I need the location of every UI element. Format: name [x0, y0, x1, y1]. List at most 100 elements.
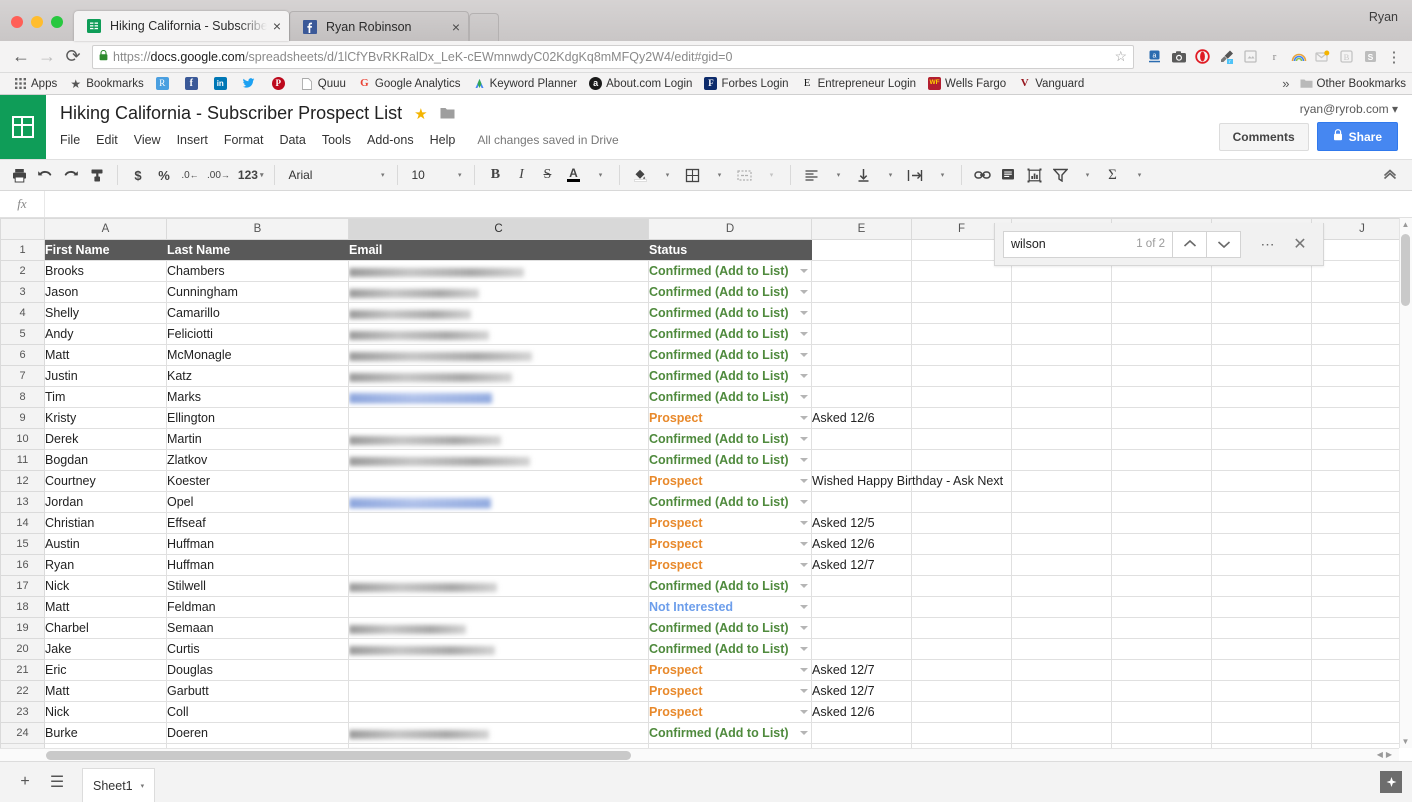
insert-link-button[interactable]: [969, 163, 995, 187]
data-validation-dropdown-icon[interactable]: [800, 353, 808, 357]
camera-icon[interactable]: [1168, 46, 1189, 67]
cell-empty[interactable]: [1012, 660, 1112, 681]
cell-empty[interactable]: [1012, 576, 1112, 597]
cell-empty[interactable]: [1312, 597, 1412, 618]
cell-empty[interactable]: [1212, 387, 1312, 408]
close-window-button[interactable]: [11, 16, 23, 28]
cell-status[interactable]: Confirmed (Add to List): [649, 345, 812, 366]
cell-status[interactable]: Confirmed (Add to List): [649, 261, 812, 282]
menu-file[interactable]: File: [60, 131, 88, 149]
cell-empty[interactable]: [1312, 639, 1412, 660]
column-title-status[interactable]: Status: [649, 240, 812, 261]
merge-cells-caret[interactable]: ▾: [757, 163, 783, 187]
bookmark-wells-fargo[interactable]: WF Wells Fargo: [922, 77, 1012, 90]
cell-empty[interactable]: [1112, 639, 1212, 660]
filter-button[interactable]: [1047, 163, 1073, 187]
cell-empty[interactable]: [1212, 513, 1312, 534]
cell-empty[interactable]: [912, 345, 1012, 366]
menu-tools[interactable]: Tools: [314, 131, 359, 149]
cell-email[interactable]: [349, 282, 649, 303]
cell-empty[interactable]: [1212, 681, 1312, 702]
cell-empty[interactable]: [1112, 303, 1212, 324]
table-row[interactable]: 4ShellyCamarilloConfirmed (Add to List): [1, 303, 1412, 324]
sheets-logo[interactable]: [0, 95, 46, 159]
cell-empty[interactable]: [1012, 408, 1112, 429]
cell-status[interactable]: Confirmed (Add to List): [649, 450, 812, 471]
cell-email[interactable]: [349, 345, 649, 366]
cell-empty[interactable]: [1012, 429, 1112, 450]
functions-button[interactable]: Σ: [1099, 163, 1125, 187]
cell-status[interactable]: Confirmed (Add to List): [649, 618, 812, 639]
cell-empty[interactable]: [1112, 492, 1212, 513]
font-family-select[interactable]: Arial ▾: [282, 163, 390, 187]
find-input[interactable]: wilson 1 of 2: [1003, 231, 1173, 258]
cell-status[interactable]: Confirmed (Add to List): [649, 324, 812, 345]
cell-empty[interactable]: [912, 618, 1012, 639]
cell-empty[interactable]: [1212, 345, 1312, 366]
mail-check-icon[interactable]: [1312, 46, 1333, 67]
row-header-21[interactable]: 21: [1, 660, 45, 681]
cell-last-name[interactable]: Huffman: [167, 534, 349, 555]
cell-first-name[interactable]: Bogdan: [45, 450, 167, 471]
cell-status[interactable]: Confirmed (Add to List): [649, 429, 812, 450]
cell-note[interactable]: [812, 429, 912, 450]
cell-last-name[interactable]: Semaan: [167, 618, 349, 639]
cell-first-name[interactable]: Christian: [45, 513, 167, 534]
cell-last-name[interactable]: Koester: [167, 471, 349, 492]
cell-last-name[interactable]: Ellington: [167, 408, 349, 429]
data-validation-dropdown-icon[interactable]: [800, 605, 808, 609]
cell-empty[interactable]: [1012, 681, 1112, 702]
insert-comment-button[interactable]: [995, 163, 1021, 187]
cell-empty[interactable]: [912, 534, 1012, 555]
cell-email[interactable]: [349, 366, 649, 387]
data-validation-dropdown-icon[interactable]: [800, 395, 808, 399]
table-row[interactable]: 16RyanHuffmanProspectAsked 12/7: [1, 555, 1412, 576]
cell-email[interactable]: [349, 702, 649, 723]
cell-empty[interactable]: [1112, 681, 1212, 702]
cell-first-name[interactable]: Justin: [45, 366, 167, 387]
cell-empty[interactable]: [912, 450, 1012, 471]
fill-color-caret[interactable]: ▾: [653, 163, 679, 187]
cell-status[interactable]: Prospect: [649, 702, 812, 723]
cell-empty[interactable]: [912, 492, 1012, 513]
data-validation-dropdown-icon[interactable]: [800, 563, 808, 567]
bookmark-about-login[interactable]: a About.com Login: [583, 77, 698, 90]
cell-empty[interactable]: [1112, 597, 1212, 618]
cell-email[interactable]: [349, 660, 649, 681]
share-button[interactable]: Share: [1317, 122, 1398, 151]
cell-last-name[interactable]: Doeren: [167, 723, 349, 744]
cell-email[interactable]: [349, 429, 649, 450]
text-wrapping-button[interactable]: [902, 163, 928, 187]
cell-last-name[interactable]: Zlatkov: [167, 450, 349, 471]
bookmark-keyword-planner[interactable]: Keyword Planner: [467, 77, 584, 90]
cell-email[interactable]: [349, 387, 649, 408]
eyedropper-icon[interactable]: r: [1216, 46, 1237, 67]
cell-empty[interactable]: [912, 597, 1012, 618]
data-validation-dropdown-icon[interactable]: [800, 437, 808, 441]
cell-status[interactable]: Prospect: [649, 555, 812, 576]
horizontal-align-button[interactable]: [798, 163, 824, 187]
cell-empty[interactable]: [1312, 555, 1412, 576]
cell-empty[interactable]: [1012, 492, 1112, 513]
other-bookmarks-label[interactable]: Other Bookmarks: [1317, 78, 1406, 90]
browser-tab-facebook[interactable]: Ryan Robinson ×: [289, 11, 469, 41]
row-header-11[interactable]: 11: [1, 450, 45, 471]
table-row[interactable]: 7JustinKatzConfirmed (Add to List): [1, 366, 1412, 387]
cell-note[interactable]: Asked 12/5: [812, 513, 912, 534]
data-validation-dropdown-icon[interactable]: [800, 332, 808, 336]
cell-empty[interactable]: [1212, 471, 1312, 492]
row-header-16[interactable]: 16: [1, 555, 45, 576]
bookmark-vanguard[interactable]: V Vanguard: [1012, 77, 1090, 90]
find-previous-button[interactable]: [1173, 231, 1207, 258]
column-title-last-name[interactable]: Last Name: [167, 240, 349, 261]
cell-empty[interactable]: [912, 408, 1012, 429]
cell-empty[interactable]: [1012, 345, 1112, 366]
row-header-19[interactable]: 19: [1, 618, 45, 639]
row-header-8[interactable]: 8: [1, 387, 45, 408]
table-row[interactable]: 15AustinHuffmanProspectAsked 12/6: [1, 534, 1412, 555]
data-validation-dropdown-icon[interactable]: [800, 479, 808, 483]
menu-view[interactable]: View: [126, 131, 169, 149]
cell-empty[interactable]: [1112, 702, 1212, 723]
functions-caret[interactable]: ▾: [1125, 163, 1151, 187]
cell-empty[interactable]: [912, 429, 1012, 450]
